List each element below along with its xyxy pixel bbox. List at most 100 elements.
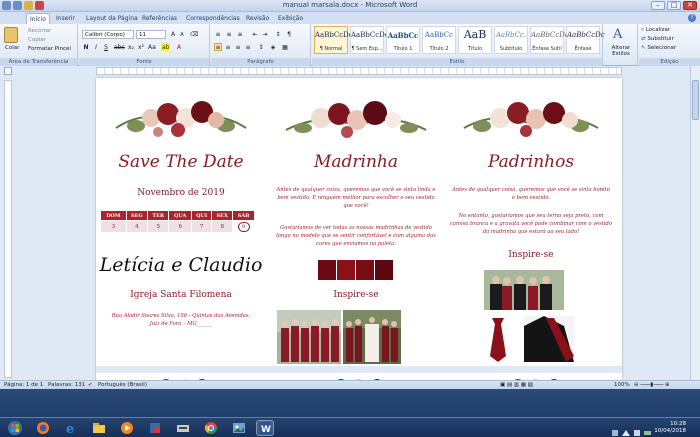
app-icon[interactable] <box>146 420 164 436</box>
firefox-icon[interactable] <box>34 420 52 436</box>
system-tray[interactable] <box>612 423 652 436</box>
view-buttons[interactable]: ▣ ▤ ▥ ▦ ▧ <box>500 382 533 388</box>
font-size-combo[interactable]: 11 <box>136 30 166 39</box>
multilevel-list-icon[interactable]: ≡ <box>236 30 244 38</box>
start-button[interactable] <box>6 420 24 436</box>
zoom-slider[interactable]: ⊖ ───▮─── ⊕ <box>634 382 670 388</box>
numbering-icon[interactable]: ≡ <box>225 30 233 38</box>
strikethrough-button[interactable]: abc <box>113 43 125 51</box>
change-styles-icon[interactable]: A <box>613 27 622 42</box>
tab-inserir[interactable]: Inserir <box>56 13 75 24</box>
file-explorer-icon[interactable] <box>90 420 108 436</box>
ribbon-tabs: Início Inserir Layout da Página Referênc… <box>0 12 700 24</box>
vertical-ruler[interactable] <box>4 80 12 378</box>
style-sample: AaBbCcDc <box>351 31 389 39</box>
font-color-icon[interactable]: A <box>175 43 183 51</box>
word-taskbar-icon[interactable]: W <box>256 420 274 436</box>
document-page[interactable]: Save The Date Novembro de 2019 DOM SEG T… <box>96 78 622 380</box>
media-player-icon[interactable] <box>118 420 136 436</box>
photos-icon[interactable] <box>230 420 248 436</box>
decrease-indent-icon[interactable]: ⇤ <box>251 30 259 38</box>
replace-button[interactable]: ⇄ Substituir <box>641 36 674 42</box>
replace-label: Substituir <box>647 36 674 42</box>
church-name: Igreja Santa Filomena <box>130 290 232 300</box>
paragraph-group-label: Parágrafo <box>211 58 310 66</box>
title-bar: manual marsala.docx - Microsoft Word – □… <box>0 0 700 12</box>
tab-inicio[interactable]: Início <box>26 13 50 24</box>
find-button[interactable]: ⌕ Localizar <box>641 27 670 34</box>
chrome-icon[interactable] <box>202 420 220 436</box>
minimize-button[interactable]: – <box>651 1 665 10</box>
bullets-icon[interactable]: ≡ <box>214 30 222 38</box>
tab-exibicao[interactable]: Exibição <box>278 13 303 24</box>
ribbon: Colar Recortar Copiar Formatar Pincel Ár… <box>0 24 700 66</box>
sort-icon[interactable]: ↕ <box>274 30 282 38</box>
style-emphasis[interactable]: AaBbCcDc Ênfase <box>566 26 605 54</box>
clear-format-icon[interactable]: ⌫ <box>189 30 198 38</box>
clock[interactable]: 10:28 10/04/2018 <box>654 421 686 435</box>
horizontal-ruler[interactable] <box>96 67 622 75</box>
format-painter-button[interactable]: Formatar Pincel <box>28 46 71 52</box>
style-no-spacing[interactable]: AaBbCcDc ¶ Sem Esp... <box>350 26 389 54</box>
calendar-day: 7 <box>191 220 213 233</box>
shading-icon[interactable]: ◈ <box>269 43 277 51</box>
calendar-day-highlight: 9 <box>232 220 255 233</box>
show-marks-icon[interactable]: ¶ <box>285 30 293 38</box>
zoom-level[interactable]: 100% <box>614 382 630 388</box>
paste-button[interactable]: Colar <box>5 45 19 51</box>
tab-revisao[interactable]: Revisão <box>246 13 269 24</box>
help-icon[interactable]: ? <box>688 14 696 22</box>
taskbar-bar: e W 10:28 10/04/2018 <box>0 417 700 437</box>
style-title[interactable]: AaB Título <box>458 26 492 54</box>
grow-font-icon[interactable]: A <box>169 30 177 38</box>
font-name-combo[interactable]: Calibri (Corpo) <box>82 30 134 39</box>
tab-referencias[interactable]: Referências <box>142 13 177 24</box>
word-count[interactable]: Palavras: 131 <box>48 382 85 388</box>
copy-button[interactable]: Copiar <box>28 37 46 43</box>
superscript-button[interactable]: x² <box>137 43 145 51</box>
style-subtle-emphasis[interactable]: AaBbCcDc Ênfase Sutil <box>530 26 569 54</box>
clipboard-group-label: Área de Transferência <box>0 58 77 66</box>
calendar-header: QUA <box>168 210 193 221</box>
subscript-button[interactable]: x₂ <box>127 43 135 51</box>
select-button[interactable]: ↖ Selecionar <box>641 45 676 51</box>
page-count[interactable]: Página: 1 de 1 <box>4 382 43 388</box>
line-spacing-icon[interactable]: ↕ <box>257 43 265 51</box>
style-sample: AaBbCc <box>424 31 454 39</box>
borders-icon[interactable]: ▦ <box>281 43 289 51</box>
italic-button[interactable]: I <box>92 43 100 51</box>
style-heading-2[interactable]: AaBbCc Título 2 <box>422 26 456 54</box>
tab-selector[interactable] <box>4 67 12 75</box>
maximize-button[interactable]: □ <box>667 1 681 10</box>
tab-correspondencias[interactable]: Correspondências <box>186 13 240 24</box>
heart-icon: 9 <box>237 221 250 232</box>
change-styles-button[interactable]: Alterar Estilos <box>606 45 636 57</box>
shrink-font-icon[interactable]: A <box>178 30 186 38</box>
proofing-icon[interactable]: ✔ <box>88 382 93 388</box>
style-subtitle[interactable]: AaBbCc. Subtítulo <box>494 26 528 54</box>
language-indicator[interactable]: Português (Brasil) <box>98 382 147 388</box>
highlight-icon[interactable]: ab <box>161 43 170 51</box>
network-drive-icon[interactable] <box>174 420 192 436</box>
align-center-icon[interactable]: ≡ <box>224 43 232 51</box>
close-button[interactable]: ✕ <box>683 1 697 10</box>
cut-button[interactable]: Recortar <box>28 28 51 34</box>
padrinhos-paragraph-2: No entanto, gostaríamos que seu terno se… <box>450 213 612 235</box>
underline-button[interactable]: S <box>102 43 110 51</box>
increase-indent-icon[interactable]: ⇥ <box>261 30 269 38</box>
scrollbar-thumb[interactable] <box>692 80 699 120</box>
style-normal[interactable]: AaBbCcDc ¶ Normal <box>314 26 353 54</box>
color-swatch <box>318 260 336 280</box>
clock-time: 10:28 <box>670 421 686 427</box>
align-right-icon[interactable]: ≡ <box>234 43 242 51</box>
paste-icon <box>4 27 18 43</box>
vertical-scrollbar[interactable] <box>690 66 700 380</box>
change-case-icon[interactable]: Aa <box>147 43 156 51</box>
bold-button[interactable]: N <box>82 43 90 51</box>
style-heading-1[interactable]: AaBbCc Título 1 <box>386 26 420 54</box>
align-left-icon[interactable]: ≡ <box>214 43 222 51</box>
justify-icon[interactable]: ≡ <box>244 43 252 51</box>
padrinhos-paragraph-1: Antes de qualquer coisa, queremos que vo… <box>452 187 610 201</box>
internet-explorer-icon[interactable]: e <box>62 420 80 436</box>
tab-layout[interactable]: Layout da Página <box>86 13 138 24</box>
